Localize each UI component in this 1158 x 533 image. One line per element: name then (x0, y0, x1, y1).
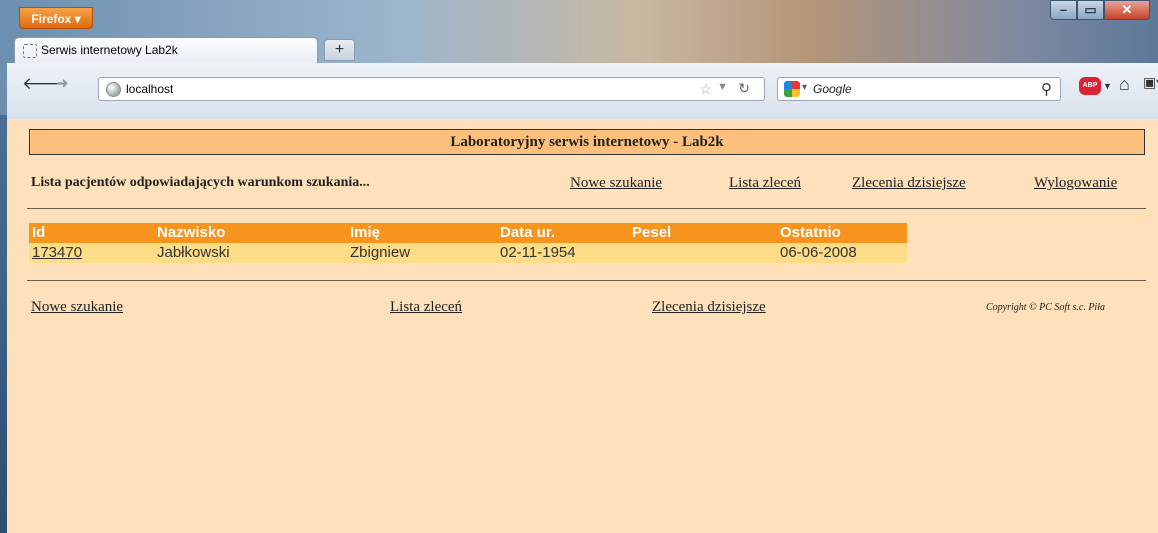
tab-title: Serwis internetowy Lab2k (41, 43, 178, 57)
bookmark-star-icon[interactable]: ☆ (699, 81, 712, 98)
window-frame-left (0, 115, 7, 533)
table-cell: 06-06-2008 (780, 244, 857, 261)
page-title: Laboratoryjny serwis internetowy - Lab2k (29, 129, 1145, 155)
column-header: Data ur. (500, 224, 556, 241)
table-header: Id Nazwisko Imię Data ur. Pesel Ostatnio (29, 223, 907, 243)
minimize-button[interactable]: – (1050, 0, 1077, 20)
home-icon[interactable]: ⌂ (1119, 74, 1130, 95)
bookmarks-menu-icon[interactable]: ▣▾ (1143, 74, 1158, 92)
bottom-link-orders-list[interactable]: Lista zleceń (390, 299, 462, 316)
new-tab-button[interactable]: + (324, 39, 355, 61)
top-link-today-orders[interactable]: Zlecenia dzisiejsze (852, 175, 966, 192)
navigation-toolbar: 🡐 ➜ localhost ☆ ▼ ↻ ▾ Google ⚲ ABP ▼ ⌂ ▣… (7, 63, 1158, 119)
search-icon[interactable]: ⚲ (1041, 80, 1052, 98)
firefox-menu-button[interactable]: Firefox ▾ (19, 7, 93, 29)
page-icon (23, 44, 37, 58)
column-header: Ostatnio (780, 224, 841, 241)
maximize-button[interactable]: ▭ (1077, 0, 1104, 20)
patient-id-link[interactable]: 173470 (32, 244, 82, 261)
divider (27, 280, 1146, 281)
forward-arrow-icon[interactable]: ➜ (56, 74, 69, 92)
results-heading: Lista pacjentów odpowiadających warunkom… (31, 175, 370, 190)
copyright-text: Copyright © PC Soft s.c. Piła (986, 302, 1105, 313)
search-input[interactable]: Google (813, 82, 852, 96)
top-link-new-search[interactable]: Nowe szukanie (570, 175, 662, 192)
window-controls: – ▭ ✕ (1050, 0, 1150, 20)
column-header: Nazwisko (157, 224, 226, 241)
table-cell: Zbigniew (350, 244, 411, 261)
page-content: Laboratoryjny serwis internetowy - Lab2k… (7, 119, 1158, 533)
browser-tab[interactable]: Serwis internetowy Lab2k (14, 37, 318, 63)
table-cell: Jabłkowski (157, 244, 230, 261)
url-text[interactable]: localhost (126, 82, 173, 96)
column-header: Pesel (632, 224, 672, 241)
bottom-link-new-search[interactable]: Nowe szukanie (31, 299, 123, 316)
column-header: Id (32, 224, 46, 241)
globe-icon (106, 82, 121, 97)
bottom-link-today-orders[interactable]: Zlecenia dzisiejsze (652, 299, 766, 316)
patients-table: Id Nazwisko Imię Data ur. Pesel Ostatnio… (29, 223, 907, 263)
search-engine-dropdown-icon[interactable]: ▾ (802, 82, 807, 93)
table-cell: 02-11-1954 (500, 244, 576, 261)
table-row: 173470 Jabłkowski Zbigniew 02-11-1954 06… (29, 243, 907, 263)
close-window-button[interactable]: ✕ (1104, 0, 1150, 20)
column-header: Imię (350, 224, 381, 241)
search-bar[interactable]: ▾ Google ⚲ (777, 77, 1061, 101)
google-icon[interactable] (784, 81, 800, 97)
history-dropdown-icon[interactable]: ▼ (717, 81, 728, 93)
adblock-icon[interactable]: ABP (1079, 77, 1101, 95)
address-bar[interactable]: localhost ☆ ▼ ↻ (98, 77, 765, 101)
reload-icon[interactable]: ↻ (738, 80, 750, 97)
top-link-logout[interactable]: Wylogowanie (1034, 175, 1117, 192)
divider (27, 208, 1146, 209)
adblock-dropdown-icon[interactable]: ▼ (1103, 81, 1112, 91)
top-link-orders-list[interactable]: Lista zleceń (729, 175, 801, 192)
